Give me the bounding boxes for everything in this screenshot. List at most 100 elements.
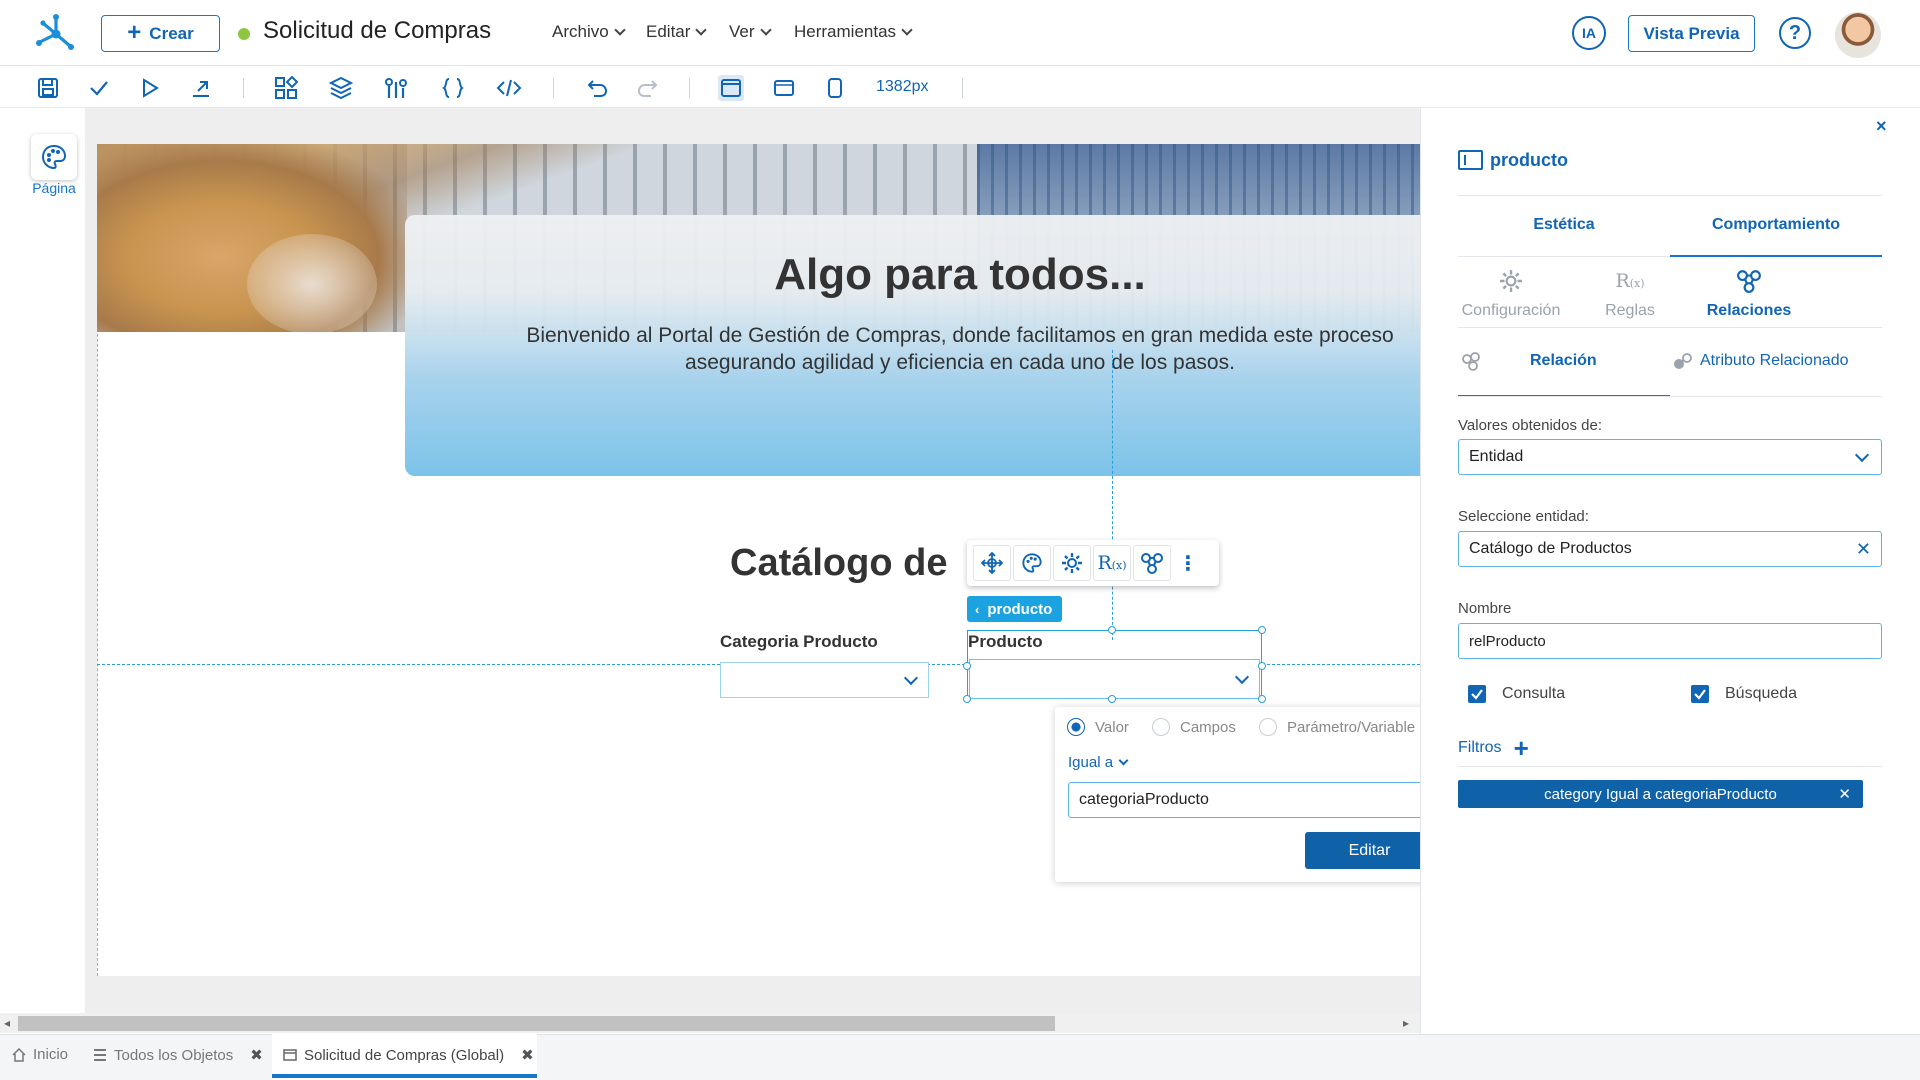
- subtab-reglas[interactable]: R(x) Reglas: [1571, 268, 1689, 320]
- tab-solicitud-de-compras[interactable]: Solicitud de Compras (Global) ✖: [283, 1046, 534, 1064]
- entity-value: Catálogo de Productos: [1469, 540, 1632, 557]
- menu-herramientas-label: Herramientas: [794, 22, 897, 41]
- tab-atributo-relacionado[interactable]: Atributo Relacionado: [1700, 352, 1849, 370]
- rules-icon[interactable]: R(x): [1093, 545, 1131, 581]
- scrollbar-thumb[interactable]: [18, 1016, 1055, 1031]
- resize-handle[interactable]: [963, 662, 971, 670]
- close-tab-icon[interactable]: ✖: [521, 1046, 534, 1064]
- resize-handle[interactable]: [1258, 626, 1266, 634]
- scroll-left-icon[interactable]: ◂: [4, 1016, 10, 1030]
- layers-icon[interactable]: [328, 75, 354, 101]
- remove-filter-icon[interactable]: ✕: [1838, 785, 1851, 803]
- radio-valor-label: Valor: [1095, 718, 1129, 736]
- app-logo-icon[interactable]: [34, 12, 78, 54]
- resize-handle[interactable]: [1258, 662, 1266, 670]
- operator-dropdown[interactable]: Igual a: [1068, 754, 1129, 771]
- checkbox-busqueda-label: Búsqueda: [1725, 685, 1798, 702]
- menu-archivo[interactable]: Archivo: [552, 22, 626, 42]
- scroll-right-icon[interactable]: ▸: [1403, 1016, 1409, 1030]
- alignment-guide-vertical: [1112, 350, 1113, 640]
- category-select[interactable]: [720, 662, 929, 698]
- left-sidebar: [0, 108, 85, 1020]
- tab-estetica[interactable]: Estética: [1458, 216, 1670, 234]
- code-icon[interactable]: [496, 75, 522, 101]
- play-icon[interactable]: [137, 75, 163, 101]
- resize-handle[interactable]: [1108, 626, 1116, 634]
- move-icon[interactable]: [973, 545, 1011, 581]
- radio-parametro-variable[interactable]: Parámetro/Variable: [1259, 718, 1415, 736]
- status-indicator: [238, 28, 250, 40]
- relations-icon[interactable]: [1133, 545, 1171, 581]
- component-breadcrumb-tag[interactable]: ‹ producto: [967, 596, 1063, 622]
- menu-ver-label: Ver: [729, 22, 755, 41]
- radio-campos[interactable]: Campos: [1152, 718, 1236, 736]
- product-select[interactable]: [969, 659, 1260, 699]
- ia-button[interactable]: IA: [1572, 16, 1606, 50]
- values-from-select[interactable]: Entidad: [1458, 439, 1882, 475]
- create-button[interactable]: + Crear: [101, 15, 220, 52]
- checkbox-consulta-label: Consulta: [1502, 685, 1566, 702]
- tab-todos-label: Todos los Objetos: [114, 1046, 234, 1064]
- preview-button[interactable]: Vista Previa: [1628, 15, 1755, 52]
- data-icon[interactable]: [383, 75, 409, 101]
- add-filter-icon[interactable]: +: [1514, 735, 1529, 761]
- checkmark-icon: [1468, 685, 1486, 703]
- page-palette-button[interactable]: [31, 134, 77, 180]
- radio-valor[interactable]: Valor: [1067, 718, 1129, 736]
- tablet-icon[interactable]: [771, 75, 797, 101]
- subtab-configuracion[interactable]: Configuración: [1452, 268, 1570, 320]
- subtab-relaciones[interactable]: Relaciones: [1690, 268, 1808, 320]
- ia-label: IA: [1582, 25, 1596, 41]
- subtab-reglas-label: Reglas: [1605, 302, 1655, 319]
- menu-herramientas[interactable]: Herramientas: [794, 22, 913, 42]
- tab-relacion[interactable]: Relación: [1530, 352, 1597, 370]
- chevron-down-icon: [903, 670, 919, 686]
- clear-icon[interactable]: ✕: [1856, 539, 1871, 560]
- tab-comportamiento[interactable]: Comportamiento: [1670, 216, 1882, 234]
- menu-editar-label: Editar: [646, 22, 691, 41]
- divider: [1458, 327, 1882, 328]
- filter-chip[interactable]: category Igual a categoriaProducto ✕: [1458, 780, 1863, 808]
- palette-icon[interactable]: [1013, 545, 1051, 581]
- resize-handle[interactable]: [1108, 695, 1116, 703]
- close-tab-icon[interactable]: ✖: [250, 1046, 263, 1064]
- save-icon[interactable]: [35, 75, 61, 101]
- name-input[interactable]: relProducto: [1458, 623, 1882, 659]
- edit-button[interactable]: Editar: [1305, 832, 1434, 869]
- more-options-icon[interactable]: ⋮: [1173, 545, 1203, 581]
- filter-value-input[interactable]: categoriaProducto: [1068, 782, 1434, 818]
- relation-icon: [1461, 351, 1483, 373]
- chevron-down-icon: [1854, 447, 1870, 463]
- menu-ver[interactable]: Ver: [729, 22, 772, 42]
- export-icon[interactable]: [188, 75, 214, 101]
- category-field-label: Categoria Producto: [720, 632, 878, 651]
- checkbox-busqueda[interactable]: Búsqueda: [1691, 685, 1797, 703]
- braces-icon[interactable]: [440, 75, 466, 101]
- checkbox-consulta[interactable]: Consulta: [1468, 685, 1565, 703]
- component-toolbar: R(x) ⋮: [967, 540, 1219, 586]
- redo-icon[interactable]: [635, 75, 661, 101]
- relations-icon: [1690, 268, 1808, 294]
- canvas-width-readout[interactable]: 1382px: [876, 78, 929, 96]
- name-label: Nombre: [1458, 600, 1512, 617]
- active-tab-indicator: [272, 1074, 537, 1078]
- rules-icon: R(x): [1615, 270, 1645, 292]
- page-label[interactable]: Página: [20, 180, 88, 196]
- undo-icon[interactable]: [584, 75, 610, 101]
- mobile-icon[interactable]: [822, 75, 848, 101]
- gear-icon[interactable]: [1053, 545, 1091, 581]
- avatar[interactable]: [1835, 12, 1881, 58]
- resize-handle[interactable]: [963, 695, 971, 703]
- desktop-icon[interactable]: [718, 75, 744, 101]
- check-icon[interactable]: [86, 75, 112, 101]
- close-icon[interactable]: ×: [1876, 116, 1887, 137]
- tab-inicio[interactable]: Inicio: [12, 1046, 68, 1063]
- tab-todos-los-objetos[interactable]: Todos los Objetos ✖: [93, 1046, 263, 1064]
- resize-handle[interactable]: [1258, 695, 1266, 703]
- menu-editar[interactable]: Editar: [646, 22, 708, 42]
- catalog-title: Catálogo de: [730, 542, 948, 584]
- properties-panel: [1420, 108, 1920, 1035]
- entity-field[interactable]: Catálogo de Productos ✕: [1458, 531, 1882, 567]
- help-icon[interactable]: ?: [1779, 17, 1811, 49]
- components-icon[interactable]: [273, 75, 299, 101]
